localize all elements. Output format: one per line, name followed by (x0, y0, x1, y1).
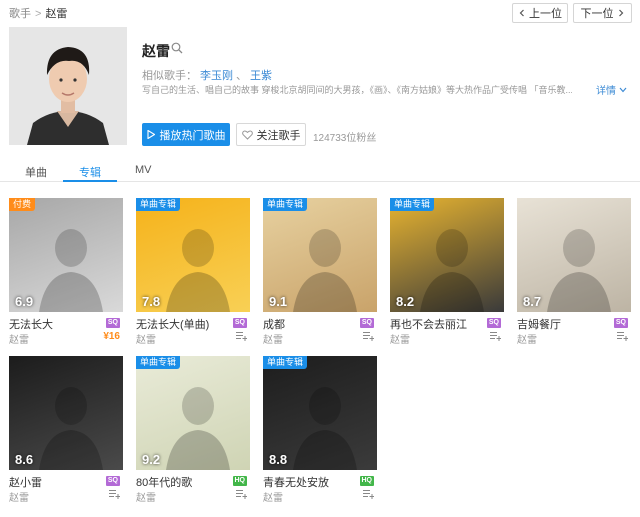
breadcrumb: 歌手 > 赵雷 (9, 5, 67, 21)
hq-badge: HQ (232, 476, 247, 486)
similar-artist-link[interactable]: 李玉刚 (200, 70, 233, 82)
album-score: 8.2 (396, 294, 415, 309)
add-to-playlist-icon[interactable] (490, 331, 501, 344)
details-label: 详情 (596, 86, 616, 97)
sq-badge: SQ (486, 318, 501, 328)
tab-singles[interactable]: 单曲 (25, 164, 47, 182)
album-title[interactable]: 成都 (263, 316, 285, 332)
album-title[interactable]: 吉姆餐厅 (517, 316, 561, 332)
album-artist[interactable]: 赵雷 (9, 489, 29, 504)
add-to-playlist-icon[interactable] (617, 331, 628, 344)
album-score: 9.2 (142, 452, 161, 467)
album-cover[interactable]: 8.6 (9, 356, 123, 470)
album-artist[interactable]: 赵雷 (517, 331, 537, 346)
chevron-right-icon (618, 9, 623, 17)
album-title[interactable]: 赵小雷 (9, 474, 42, 490)
previous-label: 上一位 (529, 8, 562, 20)
artist-description: 写自己的生活、唱自己的故事 穿梭北京胡同间的大男孩，《画》、《南方姑娘》等大热作… (142, 85, 572, 95)
sq-badge: SQ (232, 318, 247, 328)
album-artist[interactable]: 赵雷 (136, 331, 156, 346)
add-to-playlist-icon[interactable] (109, 489, 120, 502)
chevron-left-icon (519, 9, 524, 17)
album-artist[interactable]: 赵雷 (136, 489, 156, 504)
single-album-badge: 单曲专辑 (263, 198, 308, 211)
similar-artists: 相似歌手： 李玉刚、王紫 (142, 67, 275, 83)
sq-badge: SQ (105, 476, 120, 486)
album-cover[interactable]: 单曲专辑 9.1 (263, 198, 377, 312)
album-score: 8.6 (15, 452, 34, 467)
album-artist[interactable]: 赵雷 (9, 331, 29, 346)
tab-albums[interactable]: 专辑 (63, 164, 117, 182)
similar-separator: 、 (236, 70, 247, 82)
add-to-playlist-icon[interactable] (236, 331, 247, 344)
sq-badge: SQ (613, 318, 628, 328)
tab-bar: 单曲 专辑 MV (0, 160, 640, 182)
add-to-playlist-icon[interactable] (363, 331, 374, 344)
album-title[interactable]: 再也不会去丽江 (390, 316, 467, 332)
play-icon (146, 130, 155, 139)
play-hot-songs-button[interactable]: 播放热门歌曲 (142, 123, 230, 146)
heart-icon (241, 129, 253, 140)
fans-count: 124733位粉丝 (313, 133, 377, 144)
album-artist[interactable]: 赵雷 (263, 489, 283, 504)
artist-photo (9, 27, 127, 145)
album-title[interactable]: 无法长大 (9, 316, 53, 332)
album-price: ¥16 (103, 331, 120, 342)
follow-artist-button[interactable]: 关注歌手 (236, 123, 306, 146)
tab-mv[interactable]: MV (135, 164, 152, 182)
album-title[interactable]: 青春无处安放 (263, 474, 329, 490)
artist-avatar (9, 27, 127, 145)
next-artist-button[interactable]: 下一位 (573, 3, 632, 23)
album-cover[interactable]: 单曲专辑 9.2 (136, 356, 250, 470)
single-album-badge: 单曲专辑 (390, 198, 435, 211)
sq-badge: SQ (105, 318, 120, 328)
sq-badge: SQ (359, 318, 374, 328)
add-to-playlist-icon[interactable] (236, 489, 247, 502)
album-title[interactable]: 80年代的歌 (136, 474, 192, 490)
breadcrumb-separator: > (35, 8, 42, 20)
hq-badge: HQ (359, 476, 374, 486)
details-link[interactable]: 详情 (596, 82, 627, 97)
album-artist[interactable]: 赵雷 (390, 331, 410, 346)
price-label: ¥16 (103, 331, 120, 342)
breadcrumb-root[interactable]: 歌手 (9, 8, 31, 20)
album-cover[interactable]: 单曲专辑 8.2 (390, 198, 504, 312)
add-to-playlist-icon[interactable] (363, 489, 374, 502)
follow-label: 关注歌手 (256, 129, 301, 142)
similar-label: 相似歌手： (142, 70, 197, 82)
single-album-badge: 单曲专辑 (263, 356, 308, 369)
breadcrumb-current: 赵雷 (45, 8, 68, 20)
album-artist[interactable]: 赵雷 (263, 331, 283, 346)
similar-artist-link[interactable]: 王紫 (250, 70, 272, 82)
top-bar: 歌手 > 赵雷 上一位 下一位 (0, 0, 640, 24)
artist-name: 赵雷 (142, 43, 170, 59)
play-label: 播放热门歌曲 (159, 129, 226, 142)
chevron-down-icon (619, 87, 627, 92)
previous-artist-button[interactable]: 上一位 (512, 3, 568, 23)
album-score: 8.7 (523, 294, 542, 309)
single-album-badge: 单曲专辑 (136, 198, 181, 211)
album-score: 9.1 (269, 294, 288, 309)
album-score: 6.9 (15, 294, 34, 309)
paid-badge: 付费 (9, 198, 36, 211)
album-title[interactable]: 无法长大(单曲) (136, 316, 209, 332)
album-score: 8.8 (269, 452, 288, 467)
album-cover[interactable]: 8.7 (517, 198, 631, 312)
single-album-badge: 单曲专辑 (136, 356, 181, 369)
album-cover[interactable]: 单曲专辑 8.8 (263, 356, 377, 470)
album-score: 7.8 (142, 294, 161, 309)
next-label: 下一位 (580, 8, 614, 20)
album-cover[interactable]: 付费 6.9 (9, 198, 123, 312)
album-cover[interactable]: 单曲专辑 7.8 (136, 198, 250, 312)
search-icon[interactable] (171, 42, 183, 54)
